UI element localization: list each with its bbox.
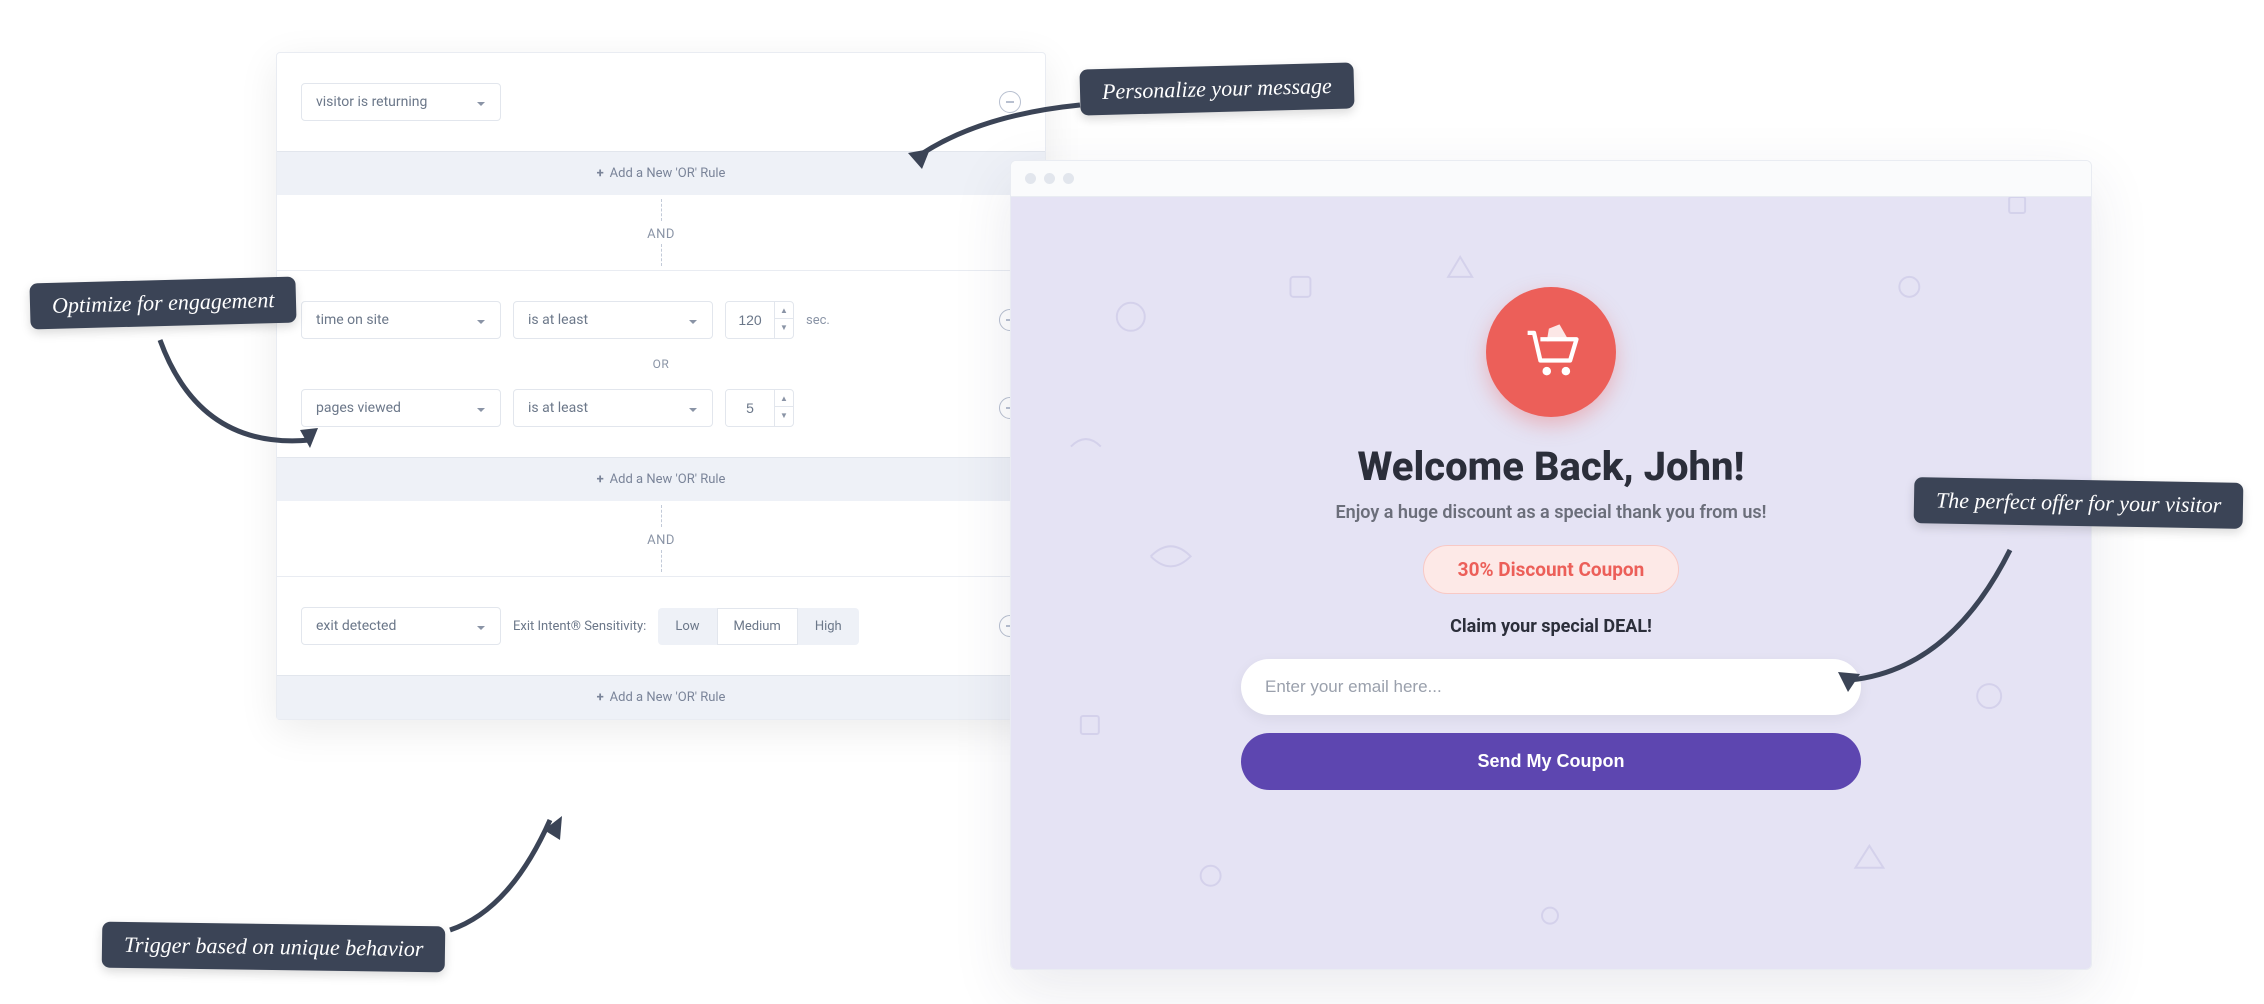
shopping-cart-icon [1517, 318, 1585, 386]
operator-select-time[interactable]: is at least [513, 301, 713, 339]
annotation-trigger: Trigger based on unique behavior [102, 922, 446, 973]
chevron-down-icon [476, 403, 486, 413]
rule-row-exit: exit detected Exit Intent® Sensitivity: … [301, 595, 1021, 657]
cart-icon-badge [1486, 287, 1616, 417]
field-select-pages[interactable]: pages viewed [301, 389, 501, 427]
rule-row-pages: pages viewed is at least ▲ ▼ [301, 377, 1021, 439]
and-label: AND [647, 227, 675, 242]
chevron-down-icon [476, 315, 486, 325]
coupon-badge: 30% Discount Coupon [1423, 545, 1680, 594]
remove-rule-button[interactable] [999, 91, 1021, 113]
add-or-rule-button[interactable]: + Add a New 'OR' Rule [277, 151, 1045, 195]
send-coupon-button[interactable]: Send My Coupon [1241, 733, 1861, 790]
number-spinner: ▲ ▼ [774, 390, 793, 426]
field-select-exit[interactable]: exit detected [301, 607, 501, 645]
rule-row-time: time on site is at least ▲ ▼ sec. [301, 289, 1021, 351]
chevron-down-icon [688, 403, 698, 413]
window-dot [1025, 173, 1036, 184]
unit-label: sec. [806, 313, 830, 328]
preview-body: Welcome Back, John! Enjoy a huge discoun… [1011, 197, 2091, 969]
spinner-down[interactable]: ▼ [775, 407, 793, 424]
window-dot [1044, 173, 1055, 184]
add-or-rule-button[interactable]: + Add a New 'OR' Rule [277, 675, 1045, 719]
select-label: pages viewed [316, 400, 401, 416]
claim-text: Claim your special DEAL! [1450, 616, 1652, 637]
field-select-time[interactable]: time on site [301, 301, 501, 339]
window-dot [1063, 173, 1074, 184]
chevron-down-icon [476, 621, 486, 631]
select-label: exit detected [316, 618, 396, 634]
number-spinner: ▲ ▼ [774, 302, 793, 338]
annotation-personalize: Personalize your message [1079, 62, 1354, 115]
sensitivity-label: Exit Intent® Sensitivity: [513, 619, 646, 634]
select-label: is at least [528, 400, 588, 416]
annotation-optimize: Optimize for engagement [29, 277, 297, 330]
arrow-icon [440, 810, 580, 944]
spinner-down[interactable]: ▼ [775, 319, 793, 336]
rule-block-2: time on site is at least ▲ ▼ sec. OR pag… [277, 270, 1045, 457]
sensitivity-medium[interactable]: Medium [717, 608, 798, 645]
and-label: AND [647, 533, 675, 548]
browser-titlebar [1011, 161, 2091, 197]
sensitivity-low[interactable]: Low [658, 608, 716, 645]
time-value-wrap: ▲ ▼ [725, 301, 794, 339]
plus-icon: + [597, 472, 604, 487]
and-divider: AND [277, 195, 1045, 270]
and-divider: AND [277, 501, 1045, 576]
sensitivity-segmented: Low Medium High [658, 608, 858, 645]
select-label: visitor is returning [316, 94, 427, 110]
campaign-preview-window: Welcome Back, John! Enjoy a huge discoun… [1010, 160, 2092, 970]
display-rules-panel: visitor is returning + Add a New 'OR' Rul… [276, 52, 1046, 720]
or-divider: OR [301, 357, 1021, 371]
pages-value-wrap: ▲ ▼ [725, 389, 794, 427]
add-or-rule-button[interactable]: + Add a New 'OR' Rule [277, 457, 1045, 501]
add-or-label: Add a New 'OR' Rule [610, 472, 726, 487]
time-value-input[interactable] [726, 302, 774, 338]
rule-block-3: exit detected Exit Intent® Sensitivity: … [277, 576, 1045, 675]
chevron-down-icon [688, 315, 698, 325]
add-or-label: Add a New 'OR' Rule [610, 166, 726, 181]
annotation-offer: The perfect offer for your visitor [1914, 477, 2244, 529]
welcome-subtitle: Enjoy a huge discount as a special thank… [1336, 502, 1767, 523]
add-or-label: Add a New 'OR' Rule [610, 690, 726, 705]
plus-icon: + [597, 690, 604, 705]
operator-select-pages[interactable]: is at least [513, 389, 713, 427]
condition-select-visitor[interactable]: visitor is returning [301, 83, 501, 121]
spinner-up[interactable]: ▲ [775, 302, 793, 319]
rule-row-visitor: visitor is returning [301, 71, 1021, 133]
rule-block-1: visitor is returning [277, 53, 1045, 151]
chevron-down-icon [476, 97, 486, 107]
select-label: time on site [316, 312, 389, 328]
welcome-title: Welcome Back, John! [1358, 443, 1745, 490]
plus-icon: + [597, 166, 604, 181]
select-label: is at least [528, 312, 588, 328]
sensitivity-high[interactable]: High [798, 608, 859, 645]
pages-value-input[interactable] [726, 390, 774, 426]
spinner-up[interactable]: ▲ [775, 390, 793, 407]
email-input[interactable] [1241, 659, 1861, 715]
